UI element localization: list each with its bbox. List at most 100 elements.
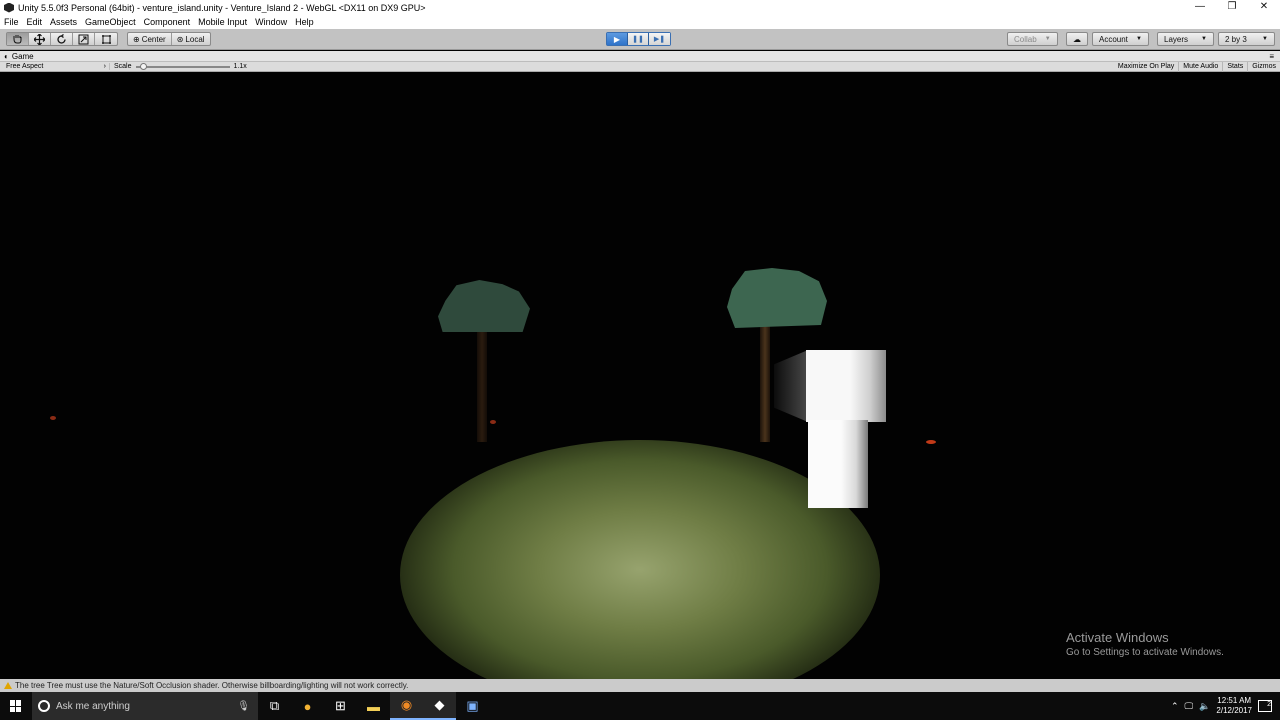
restore-button[interactable]: ❐ xyxy=(1216,0,1248,15)
task-view-icon: ⧉ xyxy=(269,698,280,713)
step-icon: ▶❚ xyxy=(653,36,666,43)
tab-game-label: Game xyxy=(11,51,34,61)
cloud-button[interactable]: ☁ xyxy=(1066,32,1088,46)
hand-tool-button[interactable] xyxy=(7,33,29,45)
volume-icon[interactable]: 🔈 xyxy=(1199,701,1210,712)
clock-date: 2/12/2017 xyxy=(1216,706,1252,715)
play-icon: ▶ xyxy=(613,34,621,44)
menu-component[interactable]: Component xyxy=(144,17,191,27)
chevron-up-icon[interactable]: ⌃ xyxy=(1171,701,1179,712)
windows-taskbar: Ask me anything 🎙 ⧉ ● ⊞ ▬ ◉ ◆ ▣ ⌃ 🖵 🔈 12… xyxy=(0,692,1280,720)
folder-icon: ▬ xyxy=(367,698,380,714)
pivot-local-button[interactable]: ⊛ Local xyxy=(172,33,210,45)
blender-taskbar-button[interactable]: ◉ xyxy=(390,692,423,720)
window-title: Unity 5.5.0f3 Personal (64bit) - venture… xyxy=(18,2,426,13)
cortana-icon xyxy=(38,700,50,712)
account-inner: Account ▼ xyxy=(1093,33,1148,45)
tab-game[interactable]: ◐ Game xyxy=(4,52,34,61)
close-button[interactable]: ✕ xyxy=(1248,0,1280,15)
layers-label: Layers xyxy=(1164,34,1189,44)
collab-inner: Collab ▼ xyxy=(1008,33,1057,45)
network-icon[interactable]: 🖵 xyxy=(1185,701,1194,712)
chevron-down-icon: ▼ xyxy=(1201,36,1207,42)
chrome-taskbar-button[interactable]: ● xyxy=(291,692,324,720)
account-dropdown[interactable]: Account ▼ xyxy=(1092,32,1149,46)
scale-control: Scale 1.1x xyxy=(114,62,247,70)
start-button[interactable] xyxy=(0,692,32,720)
layers-inner: Layers ▼ xyxy=(1158,33,1213,45)
app-icon: ▣ xyxy=(466,698,479,713)
menu-window[interactable]: Window xyxy=(255,17,287,27)
menu-mobile-input[interactable]: Mobile Input xyxy=(198,17,247,27)
console-status-bar[interactable]: The tree Tree must use the Nature/Soft O… xyxy=(0,679,1280,692)
pivot-local-label: Local xyxy=(185,34,205,44)
menu-gameobject[interactable]: GameObject xyxy=(85,17,136,27)
search-placeholder: Ask me anything xyxy=(56,700,130,712)
cortana-search[interactable]: Ask me anything 🎙 xyxy=(32,692,258,720)
layout-dropdown[interactable]: 2 by 3 ▼ xyxy=(1218,32,1275,46)
move-tool-button[interactable] xyxy=(29,33,51,45)
taskbar-clock[interactable]: 12:51 AM 2/12/2017 xyxy=(1216,696,1252,716)
menu-bar: File Edit Assets GameObject Component Mo… xyxy=(0,15,1280,29)
tree-trunk xyxy=(477,322,487,442)
unity-logo-icon xyxy=(4,2,14,13)
play-controls: ▶ ❚❚ ▶❚ xyxy=(606,32,671,46)
menu-help[interactable]: Help xyxy=(295,17,314,27)
layers-dropdown[interactable]: Layers ▼ xyxy=(1157,32,1214,46)
game-view-options: Maximize On Play Mute Audio Stats Gizmos xyxy=(1114,61,1280,72)
unity-icon: ◆ xyxy=(434,697,445,712)
scale-tool-button[interactable] xyxy=(73,33,95,45)
held-item-top xyxy=(806,350,886,422)
game-tab-header: ◐ Game ≡ xyxy=(0,51,1280,62)
tab-menu-icon[interactable]: ≡ xyxy=(1269,52,1274,61)
play-button[interactable]: ▶ xyxy=(607,33,628,45)
maximize-on-play-toggle[interactable]: Maximize On Play xyxy=(1114,62,1178,72)
store-taskbar-button[interactable]: ⊞ xyxy=(324,692,357,720)
collab-dropdown[interactable]: Collab ▼ xyxy=(1007,32,1058,46)
pivot-center-button[interactable]: ⊕ Center xyxy=(128,33,172,45)
ember xyxy=(50,416,56,420)
ember xyxy=(926,440,936,444)
scale-slider[interactable] xyxy=(135,62,230,70)
unity-taskbar-button[interactable]: ◆ xyxy=(423,692,456,720)
title-bar: Unity 5.5.0f3 Personal (64bit) - venture… xyxy=(0,0,1280,15)
aspect-dropdown[interactable]: Free Aspect › xyxy=(0,63,110,70)
scale-slider-knob[interactable] xyxy=(139,62,147,70)
pause-button[interactable]: ❚❚ xyxy=(628,33,649,45)
task-view-button[interactable]: ⧉ xyxy=(258,692,291,720)
stats-toggle[interactable]: Stats xyxy=(1222,61,1247,72)
pivot-controls: ⊕ Center ⊛ Local xyxy=(127,32,211,46)
cloud-icon: ☁ xyxy=(1073,34,1081,44)
menu-file[interactable]: File xyxy=(4,17,19,27)
pause-icon: ❚❚ xyxy=(632,36,644,43)
status-message: The tree Tree must use the Nature/Soft O… xyxy=(15,681,409,690)
system-tray: ⌃ 🖵 🔈 12:51 AM 2/12/2017 2 xyxy=(1171,696,1280,716)
account-label: Account xyxy=(1099,34,1128,44)
gizmos-dropdown[interactable]: Gizmos xyxy=(1247,61,1280,72)
menu-assets[interactable]: Assets xyxy=(50,17,77,27)
step-button[interactable]: ▶❚ xyxy=(649,33,670,45)
rotate-tool-button[interactable] xyxy=(51,33,73,45)
tree-trunk xyxy=(760,322,770,442)
held-item-side xyxy=(774,350,808,422)
chevron-down-icon: ▼ xyxy=(1262,36,1268,42)
mute-audio-toggle[interactable]: Mute Audio xyxy=(1178,61,1222,72)
rect-tool-button[interactable] xyxy=(95,33,117,45)
menu-edit[interactable]: Edit xyxy=(27,17,43,27)
layout-inner: 2 by 3 ▼ xyxy=(1219,33,1274,45)
rect-icon xyxy=(101,34,111,44)
explorer-taskbar-button[interactable]: ▬ xyxy=(357,692,390,720)
scale-icon xyxy=(78,34,89,44)
notification-count: 2 xyxy=(1267,701,1271,708)
warning-icon xyxy=(4,682,12,689)
hand-icon xyxy=(13,35,22,44)
tree-canopy xyxy=(727,268,827,328)
collab-label: Collab xyxy=(1014,34,1037,44)
pivot-local-icon: ⊛ xyxy=(176,34,184,44)
transform-tools xyxy=(6,32,118,46)
action-center-icon[interactable]: 2 xyxy=(1258,700,1272,712)
game-view[interactable]: Activate Windows Go to Settings to activ… xyxy=(0,72,1280,679)
minimize-button[interactable]: — xyxy=(1184,0,1216,15)
microphone-icon[interactable]: 🎙 xyxy=(237,701,250,712)
app-taskbar-button[interactable]: ▣ xyxy=(456,692,489,720)
